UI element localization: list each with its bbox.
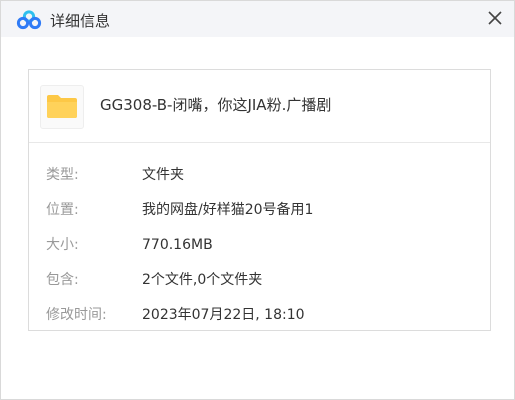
detail-row-size: 大小: 770.16MB	[29, 233, 490, 257]
detail-row-type: 类型: 文件夹	[29, 163, 490, 187]
detail-row-modified: 修改时间: 2023年07月22日, 18:10	[29, 303, 490, 327]
baidu-netdisk-cloud-icon	[16, 10, 42, 30]
size-value: 770.16MB	[142, 237, 213, 253]
close-icon	[488, 11, 502, 25]
modified-label: 修改时间:	[46, 307, 107, 323]
details-card: GG308-B-闭嘴，你这JIA粉.广播剧 类型: 文件夹 位置: 我的网盘/好…	[28, 69, 491, 331]
contains-label: 包含:	[46, 272, 79, 288]
file-name: GG308-B-闭嘴，你这JIA粉.广播剧	[100, 96, 332, 114]
file-header: GG308-B-闭嘴，你这JIA粉.广播剧	[29, 70, 490, 143]
location-label: 位置:	[46, 202, 79, 218]
details-dialog: 详细信息 GG308-B-闭嘴，你这JIA粉.广播剧 类型: 文件夹 位置: 我…	[0, 0, 515, 400]
folder-icon	[40, 85, 84, 129]
detail-row-contains: 包含: 2个文件,0个文件夹	[29, 268, 490, 292]
modified-value: 2023年07月22日, 18:10	[142, 307, 305, 323]
dialog-title: 详细信息	[50, 12, 111, 30]
location-value: 我的网盘/好样猫20号备用1	[142, 202, 314, 218]
type-label: 类型:	[46, 167, 79, 183]
detail-row-location: 位置: 我的网盘/好样猫20号备用1	[29, 198, 490, 222]
title-bar[interactable]: 详细信息	[1, 1, 514, 37]
close-button[interactable]	[481, 4, 509, 32]
size-label: 大小:	[46, 237, 79, 253]
contains-value: 2个文件,0个文件夹	[142, 272, 263, 288]
type-value: 文件夹	[142, 167, 184, 183]
